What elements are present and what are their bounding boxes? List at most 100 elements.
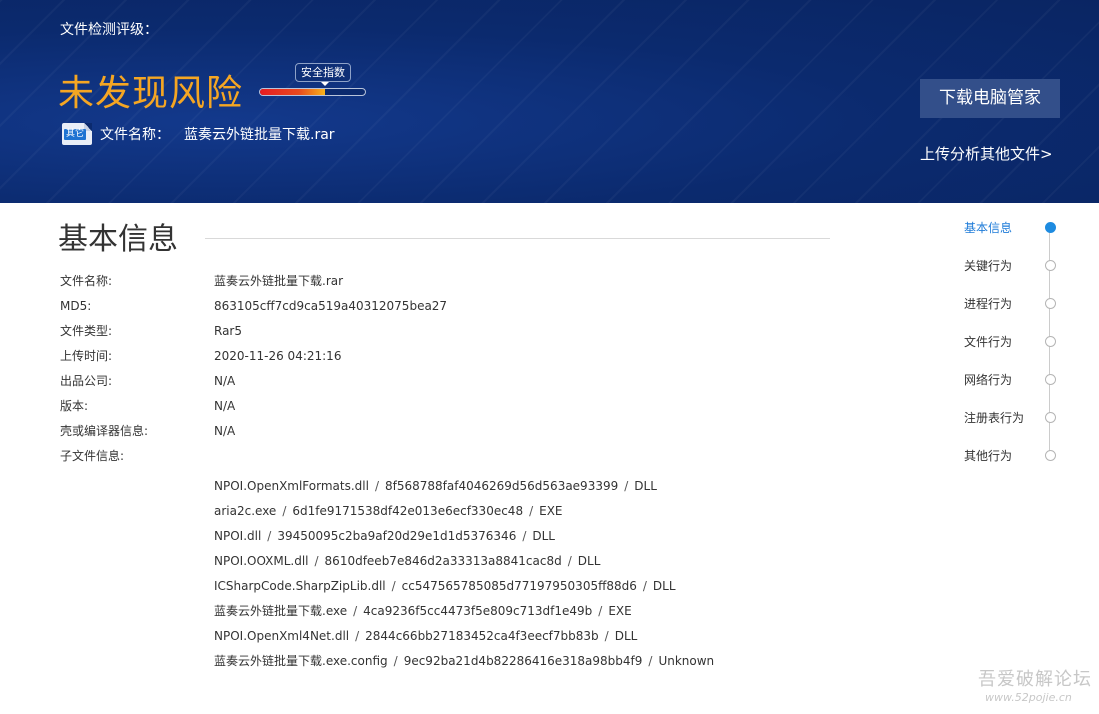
nav-item-label: 文件行为 — [964, 335, 1013, 349]
info-label: 上传时间: — [60, 349, 113, 363]
separator: / — [355, 629, 360, 643]
report-header: 文件检测评级： 未发现风险 安全指数 其它 文件名称： 蓝奏云外链批量下载.ra… — [0, 0, 1099, 203]
info-value: N/A — [214, 424, 236, 438]
sub-file-hash: 8610dfeeb7e846d2a33313a8841cac8d — [324, 554, 562, 568]
sub-file-name: NPOI.OpenXml4Net.dll — [214, 629, 350, 643]
nav-item[interactable]: 网络行为 — [964, 370, 1064, 390]
sub-file-name: ICSharpCode.SharpZipLib.dll — [214, 579, 386, 593]
grade-label: 文件检测评级： — [60, 22, 158, 38]
file-type-badge: 其它 — [64, 129, 87, 140]
separator: / — [642, 579, 647, 593]
info-label: MD5: — [60, 299, 92, 313]
separator: / — [529, 504, 534, 518]
separator: / — [393, 654, 398, 668]
separator: / — [282, 504, 287, 518]
sub-file-name: NPOI.OOXML.dll — [214, 554, 309, 568]
file-name-label: 文件名称： — [100, 127, 170, 143]
sub-file-hash: 6d1fe9171538df42e013e6ecf330ec48 — [292, 504, 524, 518]
file-name-value: 蓝奏云外链批量下载.rar — [184, 127, 335, 143]
watermark-url: www.52pojie.cn — [985, 691, 1072, 704]
info-value: 蓝奏云外链批量下载.rar — [214, 274, 344, 288]
sub-file-name: NPOI.dll — [214, 529, 262, 543]
separator: / — [598, 604, 603, 618]
nav-dot-icon — [1045, 336, 1056, 347]
sub-file-type: DLL — [532, 529, 555, 543]
section-divider — [205, 238, 830, 239]
nav-item-label: 网络行为 — [964, 373, 1013, 387]
safety-index-bar — [259, 88, 366, 96]
info-value: N/A — [214, 374, 236, 388]
sub-file-name: 蓝奏云外链批量下载.exe.config — [214, 654, 388, 668]
sub-file-row: 蓝奏云外链批量下载.exe / 4ca9236f5cc4473f5e809c713d… — [214, 599, 632, 624]
sub-file-type: Unknown — [658, 654, 715, 668]
separator: / — [391, 579, 396, 593]
nav-item-label: 其他行为 — [964, 449, 1013, 463]
sub-file-hash: 4ca9236f5cc4473f5e809c713df1e49b — [363, 604, 593, 618]
info-value: N/A — [214, 399, 236, 413]
info-value: 2020-11-26 04:21:16 — [214, 349, 342, 363]
info-label: 壳或编译器信息: — [60, 424, 149, 438]
file-name-row: 其它 文件名称： 蓝奏云外链批量下载.rar — [62, 122, 335, 146]
nav-item[interactable]: 注册表行为 — [964, 408, 1064, 428]
sub-file-hash: 2844c66bb27183452ca4f3eecf7bb83b — [365, 629, 599, 643]
info-label: 文件名称: — [60, 274, 113, 288]
separator: / — [648, 654, 653, 668]
download-pc-manager-button[interactable]: 下载电脑管家 — [920, 79, 1060, 118]
nav-item[interactable]: 基本信息 — [964, 218, 1064, 238]
sub-file-hash: 9ec92ba21d4b82286416e318a98bb4f9 — [403, 654, 643, 668]
sub-file-type: DLL — [614, 629, 638, 643]
safety-index-fill — [260, 89, 326, 95]
separator: / — [374, 479, 379, 493]
sub-file-row: NPOI.OpenXmlFormats.dll / 8f568788faf40462… — [214, 474, 657, 499]
sub-file-hash: 39450095c2ba9af20d29e1d1d5376346 — [277, 529, 517, 543]
nav-item-label: 关键行为 — [964, 259, 1013, 273]
info-value: Rar5 — [214, 324, 242, 338]
separator: / — [522, 529, 527, 543]
sub-file-type: DLL — [634, 479, 657, 493]
info-label: 版本: — [60, 399, 89, 413]
watermark-site-name: 吾爱破解论坛 — [978, 669, 1092, 690]
nav-item[interactable]: 其他行为 — [964, 446, 1064, 466]
nav-item-label: 基本信息 — [964, 221, 1013, 235]
separator: / — [567, 554, 572, 568]
info-label: 出品公司: — [60, 374, 113, 388]
nav-dot-icon — [1045, 298, 1056, 309]
section-title: 基本信息 — [58, 222, 178, 257]
safety-index-label: 安全指数 — [295, 63, 351, 86]
separator: / — [604, 629, 609, 643]
sub-file-row: 蓝奏云外链批量下载.exe.config / 9ec92ba21d4b8228641… — [214, 649, 714, 674]
sub-file-row: ICSharpCode.SharpZipLib.dll / cc5475657850… — [214, 574, 676, 599]
separator: / — [267, 529, 272, 543]
info-value: 863105cff7cd9ca519a40312075bea27 — [214, 299, 448, 313]
nav-item[interactable]: 进程行为 — [964, 294, 1064, 314]
file-type-icon: 其它 — [62, 123, 92, 145]
nav-item[interactable]: 文件行为 — [964, 332, 1064, 352]
sub-file-row: aria2c.exe / 6d1fe9171538df42e013e6ecf330e… — [214, 499, 563, 524]
info-label: 文件类型: — [60, 324, 113, 338]
nav-dot-icon — [1045, 260, 1056, 271]
sub-file-name: NPOI.OpenXmlFormats.dll — [214, 479, 369, 493]
verdict-text: 未发现风险 — [58, 73, 244, 114]
sub-file-hash: cc547565785085d77197950305ff88d6 — [401, 579, 637, 593]
nav-item-label: 进程行为 — [964, 297, 1013, 311]
nav-dot-icon — [1045, 412, 1056, 423]
separator: / — [624, 479, 629, 493]
sub-file-name: aria2c.exe — [214, 504, 277, 518]
sub-file-type: EXE — [539, 504, 563, 518]
sub-file-row: NPOI.OpenXml4Net.dll / 2844c66bb27183452ca… — [214, 624, 637, 649]
sub-file-type: DLL — [652, 579, 676, 593]
upload-other-file-link[interactable]: 上传分析其他文件> — [920, 143, 1053, 164]
sub-file-row: NPOI.dll / 39450095c2ba9af20d29e1d1d537634… — [214, 524, 555, 549]
sub-file-type: DLL — [577, 554, 601, 568]
separator: / — [353, 604, 358, 618]
sub-file-type: EXE — [608, 604, 632, 618]
info-label: 子文件信息: — [60, 449, 125, 463]
nav-dot-icon — [1045, 450, 1056, 461]
nav-item[interactable]: 关键行为 — [964, 256, 1064, 276]
nav-item-label: 注册表行为 — [964, 411, 1025, 425]
separator: / — [314, 554, 319, 568]
sub-file-hash: 8f568788faf4046269d56d563ae93399 — [385, 479, 619, 493]
nav-dot-icon — [1045, 222, 1056, 233]
sub-file-name: 蓝奏云外链批量下载.exe — [214, 604, 348, 618]
sub-file-row: NPOI.OOXML.dll / 8610dfeeb7e846d2a33313a88… — [214, 549, 600, 574]
